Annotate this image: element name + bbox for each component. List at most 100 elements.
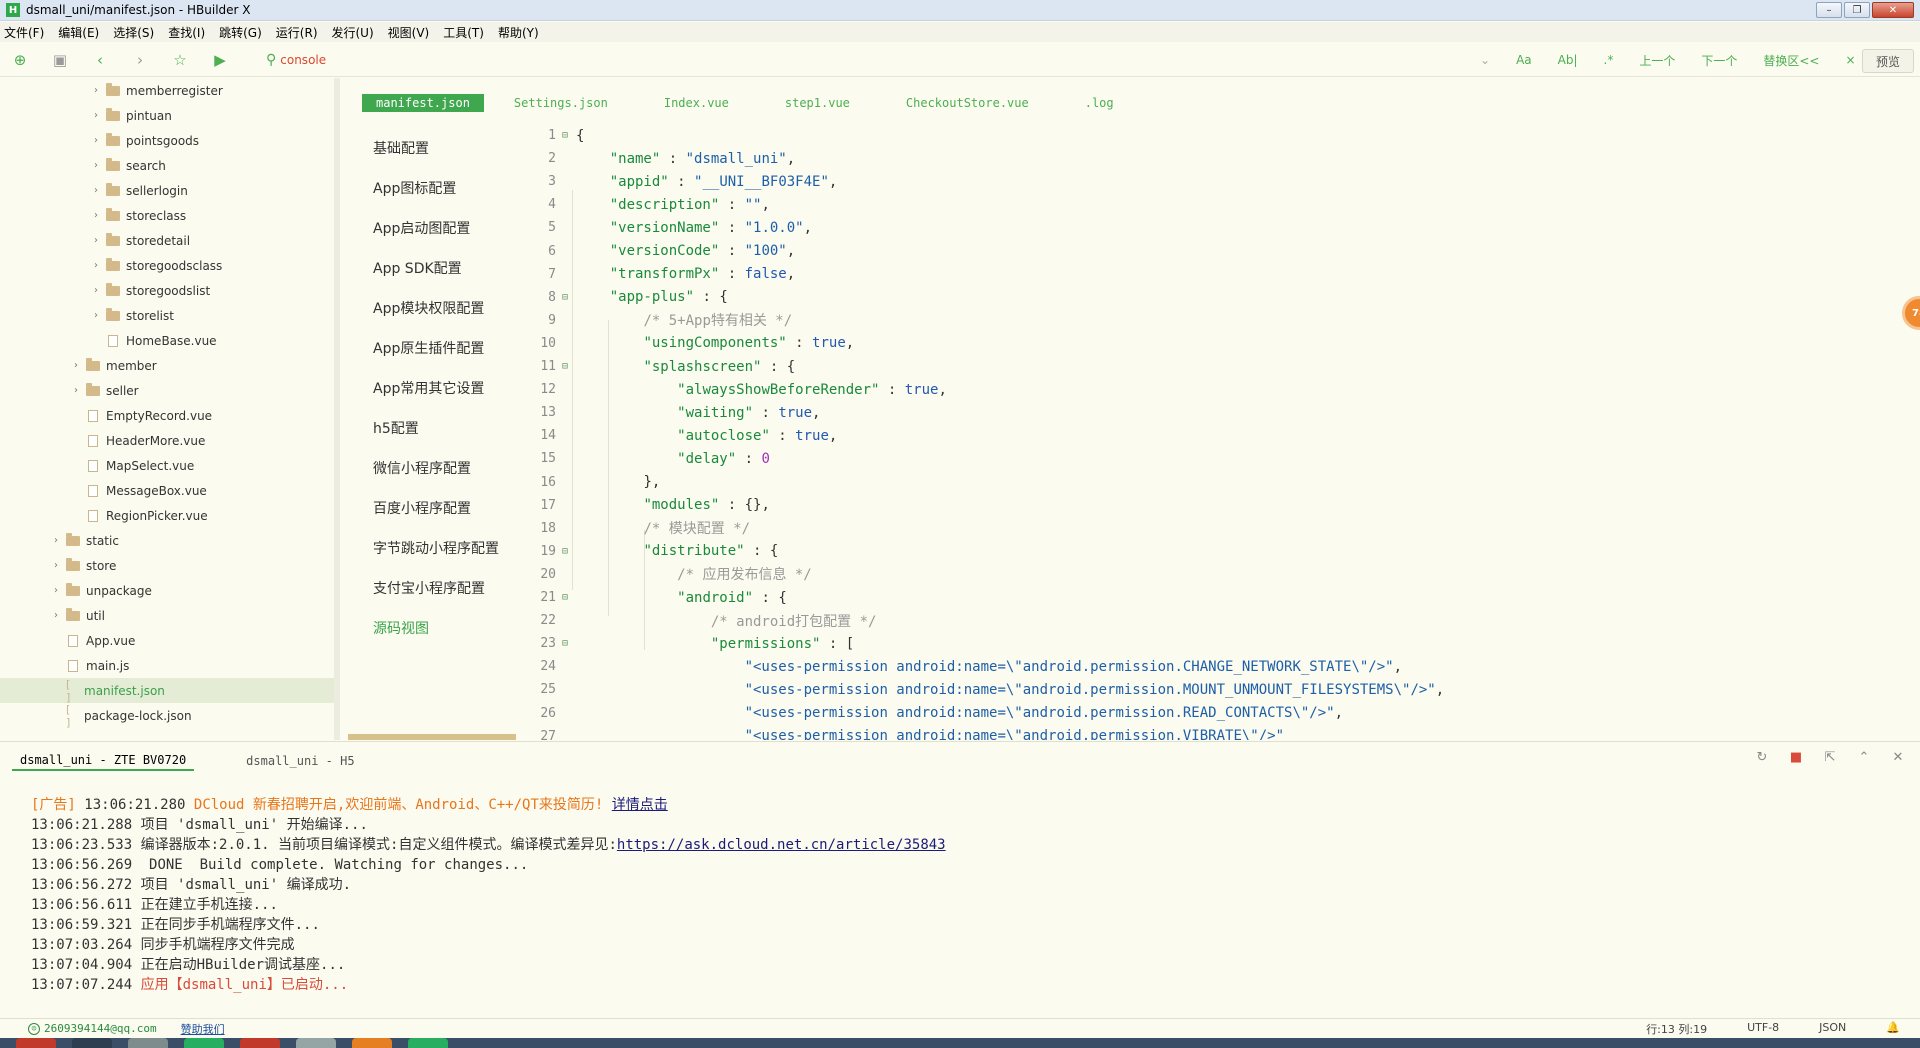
encoding[interactable]: UTF-8: [1747, 1021, 1779, 1037]
restart-icon[interactable]: ↻: [1754, 750, 1770, 765]
fold-icon[interactable]: ⊟: [558, 361, 572, 372]
tree-item[interactable]: › unpackage: [0, 578, 338, 603]
chevron-right-icon[interactable]: ›: [90, 235, 102, 246]
tab-index-vue[interactable]: Index.vue: [664, 96, 729, 110]
code-line[interactable]: 10 "usingComponents" : true,: [528, 332, 854, 355]
ad-link[interactable]: 详情点击: [612, 797, 668, 813]
tree-item[interactable]: › store: [0, 553, 338, 578]
taskbar-app[interactable]: [72, 1038, 112, 1048]
code-line[interactable]: 26 "<uses-permission android:name=\"andr…: [528, 702, 1343, 725]
menu-find[interactable]: 查找(I): [168, 24, 205, 41]
console-tab-device[interactable]: dsmall_uni - ZTE BV0720: [12, 751, 195, 771]
language-mode[interactable]: JSON: [1819, 1021, 1846, 1037]
tree-item[interactable]: App.vue: [0, 628, 338, 653]
menu-view[interactable]: 视图(V): [388, 24, 430, 41]
menu-run[interactable]: 运行(R): [276, 24, 318, 41]
code-line[interactable]: 16 },: [528, 471, 660, 494]
code-line[interactable]: 27 "<uses-permission android:name=\"andr…: [528, 725, 1284, 740]
config-nav-item[interactable]: h5配置: [373, 418, 419, 438]
tree-item[interactable]: › search: [0, 153, 338, 178]
taskbar-app[interactable]: [408, 1038, 448, 1048]
tree-item[interactable]: main.js: [0, 653, 338, 678]
tree-item[interactable]: › pintuan: [0, 103, 338, 128]
stop-icon[interactable]: ■: [1788, 750, 1804, 765]
tree-item[interactable]: › util: [0, 603, 338, 628]
preview-button[interactable]: 预览: [1862, 49, 1914, 73]
close-console-icon[interactable]: ✕: [1890, 750, 1906, 765]
tree-item[interactable]: › seller: [0, 378, 338, 403]
favorite-star-icon[interactable]: ☆: [171, 51, 189, 69]
code-editor[interactable]: 1 ⊟{2 "name" : "dsmall_uni", 3 "appid" : "…: [528, 124, 1920, 741]
chevron-right-icon[interactable]: ›: [50, 610, 62, 621]
menu-select[interactable]: 选择(S): [113, 24, 154, 41]
taskbar-app[interactable]: [296, 1038, 336, 1048]
chevron-right-icon[interactable]: ›: [70, 385, 82, 396]
find-input[interactable]: [280, 53, 1281, 67]
chevron-right-icon[interactable]: ›: [90, 135, 102, 146]
tree-item[interactable]: › storeclass: [0, 203, 338, 228]
config-nav-item[interactable]: App启动图配置: [373, 218, 470, 238]
chevron-right-icon[interactable]: ›: [70, 360, 82, 371]
find-next-button[interactable]: 下一个: [1701, 52, 1737, 69]
code-line[interactable]: 11 ⊟ "splashscreen" : {: [528, 355, 795, 378]
menu-help[interactable]: 帮助(Y): [498, 24, 539, 41]
close-window-button[interactable]: ✕: [1872, 2, 1914, 18]
config-nav-item[interactable]: App模块权限配置: [373, 298, 484, 318]
config-nav-item[interactable]: 基础配置: [373, 138, 429, 158]
bell-icon[interactable]: 🔔: [1886, 1021, 1900, 1037]
match-case-button[interactable]: Aa: [1516, 53, 1532, 67]
tree-item[interactable]: MessageBox.vue: [0, 478, 338, 503]
code-line[interactable]: 24 "<uses-permission android:name=\"andr…: [528, 655, 1402, 678]
log-link[interactable]: https://ask.dcloud.net.cn/article/35843: [617, 837, 946, 853]
fold-icon[interactable]: ⊟: [558, 292, 572, 303]
minimize-button[interactable]: –: [1816, 2, 1842, 18]
replace-toggle-button[interactable]: 替换区<<: [1763, 52, 1819, 69]
code-line[interactable]: 21 ⊟ "android" : {: [528, 586, 786, 609]
tree-item[interactable]: MapSelect.vue: [0, 453, 338, 478]
config-nav-item[interactable]: 源码视图: [373, 618, 429, 638]
chevron-right-icon[interactable]: ›: [90, 185, 102, 196]
code-line[interactable]: 8 ⊟ "app-plus" : {: [528, 286, 728, 309]
tree-item[interactable]: RegionPicker.vue: [0, 503, 338, 528]
config-nav-item[interactable]: App原生插件配置: [373, 338, 484, 358]
code-line[interactable]: 2 "name" : "dsmall_uni",: [528, 147, 795, 170]
menu-goto[interactable]: 跳转(G): [219, 24, 262, 41]
tree-item[interactable]: EmptyRecord.vue: [0, 403, 338, 428]
tree-item[interactable]: › static: [0, 528, 338, 553]
tab-log[interactable]: .log: [1085, 96, 1114, 110]
tree-item[interactable]: › storedetail: [0, 228, 338, 253]
sponsor-link[interactable]: 赞助我们: [181, 1021, 225, 1037]
code-line[interactable]: 5 "versionName" : "1.0.0",: [528, 216, 812, 239]
regex-button[interactable]: .*: [1604, 53, 1614, 67]
menu-edit[interactable]: 编辑(E): [58, 24, 99, 41]
cursor-position[interactable]: 行:13 列:19: [1646, 1021, 1707, 1037]
chevron-right-icon[interactable]: ›: [90, 160, 102, 171]
tree-item[interactable]: › member: [0, 353, 338, 378]
restore-button[interactable]: ❐: [1844, 2, 1870, 18]
chevron-right-icon[interactable]: ›: [90, 210, 102, 221]
code-line[interactable]: 23 ⊟ "permissions" : [: [528, 632, 854, 655]
chevron-right-icon[interactable]: ›: [50, 560, 62, 571]
tab-checkoutstore-vue[interactable]: CheckoutStore.vue: [906, 96, 1029, 110]
config-nav-item[interactable]: 字节跳动小程序配置: [373, 538, 499, 558]
taskbar-app[interactable]: [184, 1038, 224, 1048]
taskbar-app[interactable]: [16, 1038, 56, 1048]
menu-publish[interactable]: 发行(U): [332, 24, 374, 41]
config-nav-item[interactable]: 微信小程序配置: [373, 458, 471, 478]
code-line[interactable]: 6 "versionCode" : "100",: [528, 240, 795, 263]
tree-item[interactable]: › storegoodsclass: [0, 253, 338, 278]
code-line[interactable]: 7 "transformPx" : false,: [528, 263, 795, 286]
config-nav-item[interactable]: 百度小程序配置: [373, 498, 471, 518]
nav-scrollbar[interactable]: [348, 734, 516, 740]
tab-step1-vue[interactable]: step1.vue: [785, 96, 850, 110]
close-find-button[interactable]: ×: [1845, 53, 1855, 67]
tab-manifest-json[interactable]: manifest.json: [362, 94, 484, 112]
code-line[interactable]: 3 "appid" : "__UNI__BF03F4E",: [528, 170, 837, 193]
code-line[interactable]: 19 ⊟ "distribute" : {: [528, 540, 778, 563]
console-tab-h5[interactable]: dsmall_uni - H5: [238, 752, 362, 770]
export-log-icon[interactable]: ⇱: [1822, 750, 1838, 765]
chevron-right-icon[interactable]: ›: [90, 85, 102, 96]
code-line[interactable]: 13 "waiting" : true,: [528, 401, 820, 424]
back-icon[interactable]: ‹: [91, 51, 109, 69]
tree-item[interactable]: › storegoodslist: [0, 278, 338, 303]
